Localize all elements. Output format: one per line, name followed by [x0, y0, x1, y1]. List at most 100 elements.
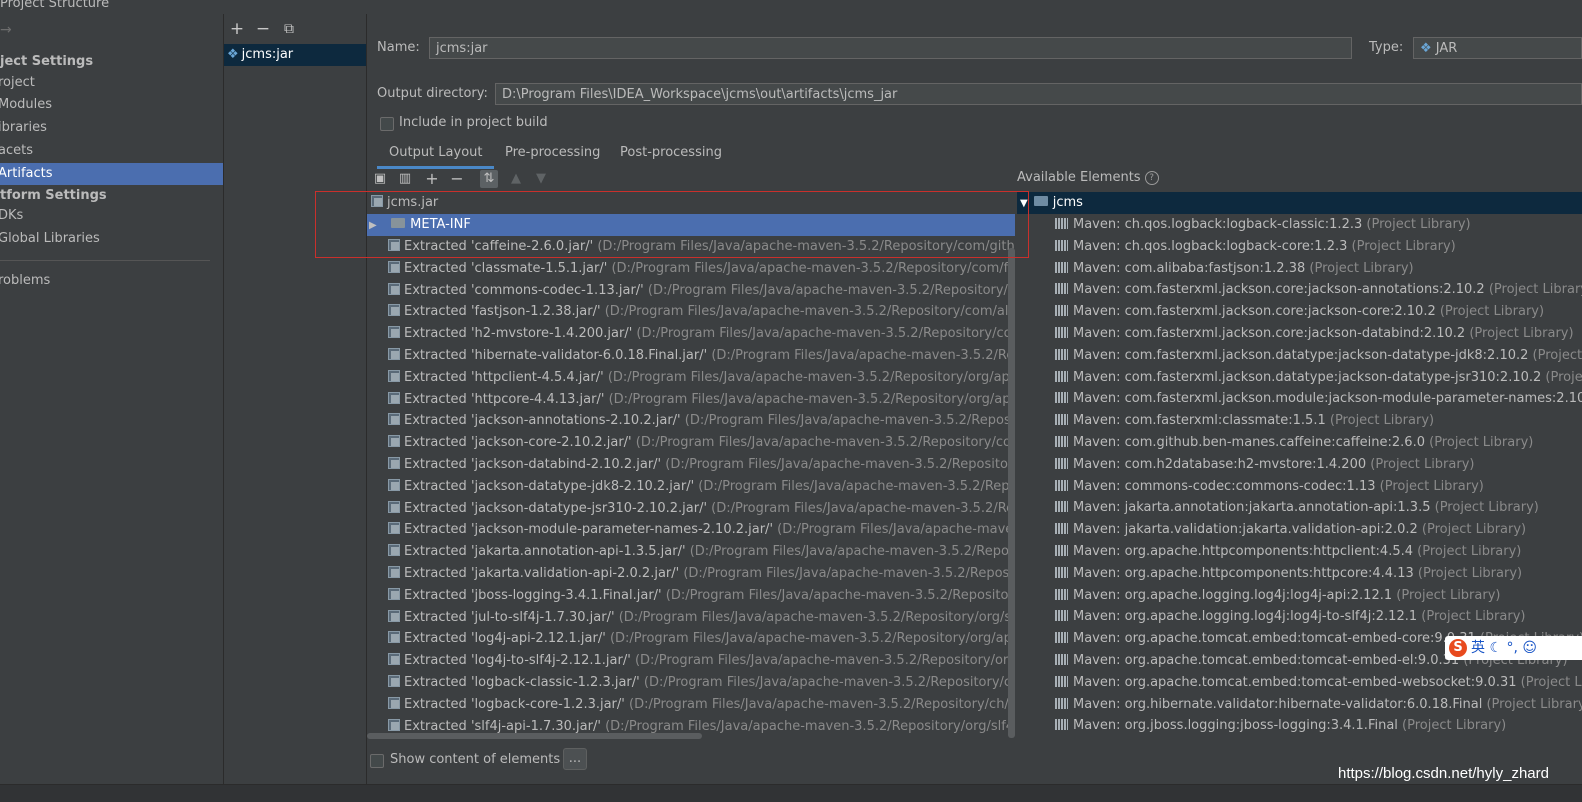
library-scope: (Project Library) [1532, 347, 1582, 363]
move-down-icon[interactable]: ▼ [532, 170, 550, 188]
tree-root[interactable]: jcms.jar [367, 192, 1015, 214]
tree-horizontal-scrollbar[interactable] [367, 733, 702, 739]
emoji-icon[interactable]: ☺ [1522, 640, 1537, 656]
library-scope: (Project Library) [1309, 260, 1414, 276]
tree-vertical-scrollbar[interactable] [1008, 248, 1015, 738]
tree-item-extracted[interactable]: Extracted 'hibernate-validator-6.0.18.Fi… [367, 345, 1015, 367]
tree-item-extracted[interactable]: Extracted 'commons-codec-1.13.jar/' (D:/… [367, 280, 1015, 302]
available-elements-title: Available Elements [1017, 170, 1141, 185]
library-scope: (Project Library) [1520, 674, 1582, 690]
ime-toolbar[interactable]: S英 ☾ °, ☺ [1445, 636, 1582, 660]
available-library-item[interactable]: Maven: com.fasterxml.jackson.core:jackso… [1017, 279, 1582, 301]
back-arrow-icon[interactable]: → [0, 22, 12, 38]
extracted-jar-icon [388, 391, 400, 404]
tree-item-extracted[interactable]: Extracted 'jakarta.validation-api-2.0.2.… [367, 563, 1015, 585]
tree-root-label: jcms.jar [387, 195, 439, 210]
tree-item-extracted[interactable]: Extracted 'classmate-1.5.1.jar/' (D:/Pro… [367, 258, 1015, 280]
artifact-item-jcms-jar[interactable]: ❖ jcms:jar [224, 44, 366, 66]
available-library-item[interactable]: Maven: com.fasterxml.jackson.datatype:ja… [1017, 345, 1582, 367]
sort-elements-icon[interactable]: ⇅ [480, 170, 498, 188]
tree-item-extracted[interactable]: Extracted 'jackson-core-2.10.2.jar/' (D:… [367, 432, 1015, 454]
available-root-jcms[interactable]: ▼ jcms [1017, 192, 1582, 214]
ime-language[interactable]: 英 [1471, 640, 1485, 656]
project-settings-header: ject Settings [0, 54, 94, 69]
tree-item-extracted[interactable]: Extracted 'jackson-datatype-jdk8-2.10.2.… [367, 476, 1015, 498]
type-select[interactable]: ❖ JAR [1413, 37, 1582, 59]
available-library-item[interactable]: Maven: org.apache.httpcomponents:httpcli… [1017, 541, 1582, 563]
tree-item-extracted[interactable]: Extracted 'fastjson-1.2.38.jar/' (D:/Pro… [367, 301, 1015, 323]
tree-item-path: (D:/Program Files/Java/apache-maven-3.5.… [608, 391, 1015, 407]
available-library-item[interactable]: Maven: jakarta.annotation:jakarta.annota… [1017, 497, 1582, 519]
punctuation-icon[interactable]: °, [1506, 640, 1517, 656]
copy-artifact-icon[interactable]: ⧉ [280, 20, 298, 38]
remove-element-icon[interactable]: − [448, 170, 466, 188]
available-library-item[interactable]: Maven: org.apache.httpcomponents:httpcor… [1017, 563, 1582, 585]
tree-item-extracted[interactable]: Extracted 'log4j-api-2.12.1.jar/' (D:/Pr… [367, 628, 1015, 650]
available-library-item[interactable]: Maven: org.hibernate.validator:hibernate… [1017, 694, 1582, 716]
tree-item-extracted[interactable]: Extracted 'log4j-to-slf4j-2.12.1.jar/' (… [367, 650, 1015, 672]
tree-item-extracted[interactable]: Extracted 'caffeine-2.6.0.jar/' (D:/Prog… [367, 236, 1015, 258]
include-in-build-checkbox[interactable] [380, 117, 394, 131]
tree-item-extracted[interactable]: Extracted 'jackson-datatype-jsr310-2.10.… [367, 498, 1015, 520]
output-directory-field[interactable]: D:\Program Files\IDEA_Workspace\jcms\out… [495, 83, 1582, 105]
tab-output-layout[interactable]: Output Layout [377, 142, 495, 169]
tree-item-extracted[interactable]: Extracted 'jul-to-slf4j-1.7.30.jar/' (D:… [367, 607, 1015, 629]
sidebar-item-modules[interactable]: Modules [0, 94, 223, 116]
tree-item-extracted[interactable]: Extracted 'jboss-logging-3.4.1.Final.jar… [367, 585, 1015, 607]
tree-item-extracted[interactable]: Extracted 'httpcore-4.4.13.jar/' (D:/Pro… [367, 389, 1015, 411]
create-directory-icon[interactable]: ▣ [371, 170, 389, 188]
sidebar-item-project[interactable]: roject [0, 72, 223, 94]
available-library-item[interactable]: Maven: com.github.ben-manes.caffeine:caf… [1017, 432, 1582, 454]
library-scope: (Project Library) [1434, 500, 1539, 516]
sidebar-item-artifacts[interactable]: Artifacts [0, 163, 223, 185]
library-icon [1055, 675, 1068, 687]
tab-pre-processing[interactable]: Pre-processing [505, 142, 600, 166]
add-artifact-icon[interactable]: + [228, 20, 246, 38]
output-layout-tree[interactable]: jcms.jar ▶ META-INF Extracted 'caffeine-… [367, 192, 1015, 738]
sidebar-item-problems[interactable]: roblems [0, 270, 223, 292]
sidebar-item-label: Artifacts [0, 166, 53, 181]
tab-post-processing[interactable]: Post-processing [620, 142, 722, 166]
available-library-item[interactable]: Maven: ch.qos.logback:logback-classic:1.… [1017, 214, 1582, 236]
tree-item-extracted[interactable]: Extracted 'logback-classic-1.2.3.jar/' (… [367, 672, 1015, 694]
sidebar-item-libraries[interactable]: ibraries [0, 117, 223, 139]
available-library-item[interactable]: Maven: jakarta.validation:jakarta.valida… [1017, 519, 1582, 541]
help-icon[interactable]: ? [1144, 171, 1159, 185]
available-library-item[interactable]: Maven: com.fasterxml.jackson.datatype:ja… [1017, 367, 1582, 389]
moon-icon[interactable]: ☾ [1489, 640, 1502, 656]
available-library-item[interactable]: Maven: com.fasterxml.jackson.core:jackso… [1017, 301, 1582, 323]
library-scope: (Project Library) [1421, 522, 1527, 538]
platform-settings-header: tform Settings [0, 188, 107, 203]
tree-item-extracted[interactable]: Extracted 'httpclient-4.5.4.jar/' (D:/Pr… [367, 367, 1015, 389]
show-content-checkbox[interactable] [370, 754, 384, 768]
remove-artifact-icon[interactable]: − [254, 20, 272, 38]
available-library-item[interactable]: Maven: commons-codec:commons-codec:1.13 … [1017, 476, 1582, 498]
available-library-item[interactable]: Maven: org.apache.tomcat.embed:tomcat-em… [1017, 672, 1582, 694]
tree-item-extracted[interactable]: Extracted 'jakarta.annotation-api-1.3.5.… [367, 541, 1015, 563]
available-library-item[interactable]: Maven: org.apache.logging.log4j:log4j-to… [1017, 606, 1582, 628]
tree-item-extracted[interactable]: Extracted 'logback-core-1.2.3.jar/' (D:/… [367, 694, 1015, 716]
more-options-button[interactable]: ... [563, 748, 587, 770]
available-library-item[interactable]: Maven: com.fasterxml.jackson.module:jack… [1017, 388, 1582, 410]
sidebar-item-sdks[interactable]: DKs [0, 205, 223, 227]
sidebar-item-global-libraries[interactable]: Global Libraries [0, 228, 223, 250]
expand-arrow-icon[interactable]: ▶ [369, 215, 379, 237]
available-library-item[interactable]: Maven: org.jboss.logging:jboss-logging:3… [1017, 715, 1582, 737]
move-up-icon[interactable]: ▲ [507, 170, 525, 188]
available-library-item[interactable]: Maven: com.h2database:h2-mvstore:1.4.200… [1017, 454, 1582, 476]
available-library-item[interactable]: Maven: com.alibaba:fastjson:1.2.38 (Proj… [1017, 258, 1582, 280]
tree-item-extracted[interactable]: Extracted 'jackson-annotations-2.10.2.ja… [367, 410, 1015, 432]
available-library-item[interactable]: Maven: com.fasterxml.jackson.core:jackso… [1017, 323, 1582, 345]
tree-item-extracted[interactable]: Extracted 'jackson-module-parameter-name… [367, 519, 1015, 541]
tree-item-extracted[interactable]: Extracted 'jackson-databind-2.10.2.jar/'… [367, 454, 1015, 476]
add-archive-icon[interactable]: ▥ [396, 170, 414, 188]
name-field[interactable]: jcms:jar [429, 37, 1352, 59]
available-library-item[interactable]: Maven: ch.qos.logback:logback-core:1.2.3… [1017, 236, 1582, 258]
sidebar-item-facets[interactable]: acets [0, 140, 223, 162]
tree-item-extracted[interactable]: Extracted 'h2-mvstore-1.4.200.jar/' (D:/… [367, 323, 1015, 345]
available-library-item[interactable]: Maven: com.fasterxml:classmate:1.5.1 (Pr… [1017, 410, 1582, 432]
available-library-item[interactable]: Maven: org.apache.logging.log4j:log4j-ap… [1017, 585, 1582, 607]
add-element-icon[interactable]: + [423, 170, 441, 188]
tree-item-meta-inf[interactable]: ▶ META-INF [367, 214, 1015, 236]
collapse-arrow-icon[interactable]: ▼ [1020, 198, 1028, 209]
